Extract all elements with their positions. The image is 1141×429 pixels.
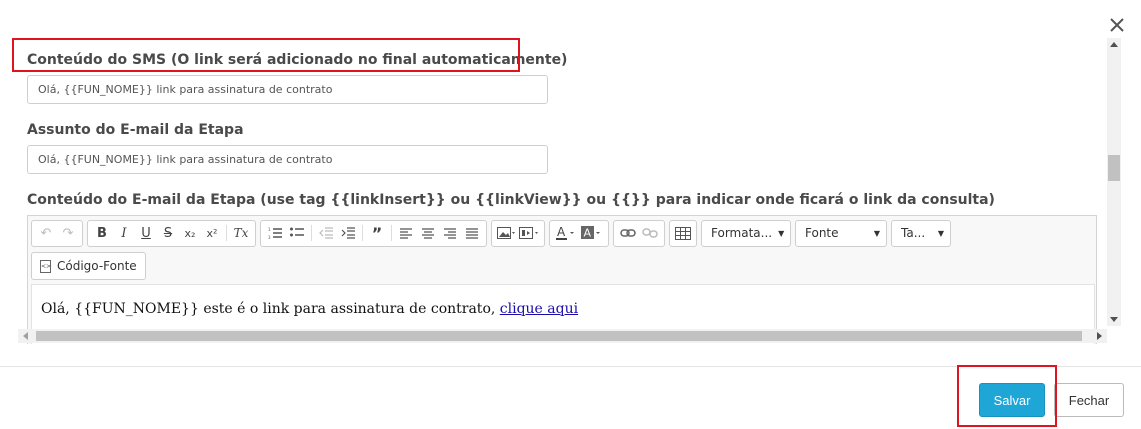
close-icon[interactable]: [1106, 14, 1128, 36]
scroll-left-icon[interactable]: [23, 332, 28, 340]
source-code-label: Código-Fonte: [57, 259, 137, 273]
email-subject-label: Assunto do E-mail da Etapa: [27, 122, 244, 138]
subscript-button[interactable]: x₂: [179, 222, 201, 244]
email-subject-input[interactable]: Olá, {{FUN_NOME}} link para assinatura d…: [27, 145, 548, 174]
highlight-box-save: [957, 365, 1057, 427]
strikethrough-button[interactable]: S: [157, 222, 179, 244]
paragraph-group: 13 ”: [260, 219, 487, 247]
text-color-icon[interactable]: A: [553, 222, 579, 244]
italic-button[interactable]: I: [113, 222, 135, 244]
align-justify-icon[interactable]: [461, 222, 483, 244]
toolbar-separator: [362, 225, 363, 241]
size-select[interactable]: Ta... ▼: [891, 219, 951, 247]
chevron-down-icon: ▼: [778, 228, 785, 238]
rich-text-editor: ↶ ↷ B I U S x₂ x² Tx 13 ” A A Formata...…: [27, 215, 1097, 344]
align-right-icon[interactable]: [439, 222, 461, 244]
table-icon[interactable]: [672, 222, 694, 244]
editor-toolbar-row-2: <> Código-Fonte: [31, 252, 146, 280]
bold-button[interactable]: B: [91, 222, 113, 244]
remove-format-icon[interactable]: Tx: [230, 222, 252, 244]
format-select[interactable]: Formata... ▼: [701, 219, 791, 247]
toolbar-separator: [391, 225, 392, 241]
editor-body-link[interactable]: clique aqui: [500, 301, 578, 317]
highlight-box-sms: [12, 38, 520, 72]
table-group: [669, 219, 697, 247]
svg-text:A: A: [584, 227, 592, 240]
chevron-down-icon: ▼: [937, 228, 944, 238]
svg-text:1: 1: [268, 227, 271, 232]
unlink-icon[interactable]: [639, 222, 661, 244]
scroll-down-icon[interactable]: [1110, 317, 1118, 322]
source-code-button[interactable]: <> Código-Fonte: [31, 252, 146, 280]
numbered-list-icon[interactable]: 13: [264, 222, 286, 244]
sms-content-input[interactable]: Olá, {{FUN_NOME}} link para assinatura d…: [27, 75, 548, 104]
editor-toolbar: ↶ ↷ B I U S x₂ x² Tx 13 ” A A Formata...…: [31, 219, 955, 247]
modal-body: Conteúdo do SMS (O link será adicionado …: [18, 38, 1124, 344]
background-color-icon[interactable]: A: [579, 222, 605, 244]
scrollbar-thumb[interactable]: [36, 331, 1082, 341]
basic-styles-group: B I U S x₂ x² Tx: [87, 219, 256, 247]
bulleted-list-icon[interactable]: [286, 222, 308, 244]
align-center-icon[interactable]: [417, 222, 439, 244]
underline-button[interactable]: U: [135, 222, 157, 244]
toolbar-separator: [311, 225, 312, 241]
horizontal-scrollbar[interactable]: [18, 329, 1107, 343]
history-group: ↶ ↷: [31, 219, 83, 247]
links-group: [613, 219, 665, 247]
format-select-value: Formata...: [711, 226, 773, 240]
close-button[interactable]: Fechar: [1054, 383, 1124, 417]
chevron-down-icon: ▼: [873, 228, 880, 238]
editor-body-text: Olá, {{FUN_NOME}} este é o link para ass…: [41, 301, 500, 317]
svg-text:3: 3: [268, 235, 271, 239]
scroll-up-icon[interactable]: [1110, 42, 1118, 47]
outdent-icon[interactable]: [315, 222, 337, 244]
align-left-icon[interactable]: [395, 222, 417, 244]
media-embed-icon[interactable]: [517, 222, 541, 244]
scroll-right-icon[interactable]: [1097, 332, 1102, 340]
source-code-icon: <>: [40, 259, 51, 273]
undo-icon[interactable]: ↶: [35, 222, 57, 244]
insert-media-group: [491, 219, 545, 247]
svg-text:A: A: [557, 226, 566, 239]
font-select-value: Fonte: [805, 226, 839, 240]
vertical-scrollbar[interactable]: [1107, 38, 1121, 326]
font-select[interactable]: Fonte ▼: [795, 219, 887, 247]
toolbar-separator: [226, 225, 227, 241]
superscript-button[interactable]: x²: [201, 222, 223, 244]
scrollbar-thumb[interactable]: [1108, 155, 1120, 181]
image-icon[interactable]: [495, 222, 517, 244]
indent-icon[interactable]: [337, 222, 359, 244]
redo-icon[interactable]: ↷: [57, 222, 79, 244]
blockquote-icon[interactable]: ”: [366, 222, 388, 244]
size-select-value: Ta...: [901, 226, 926, 240]
email-content-label: Conteúdo do E-mail da Etapa (use tag {{l…: [27, 192, 995, 208]
link-icon[interactable]: [617, 222, 639, 244]
colors-group: A A: [549, 219, 609, 247]
